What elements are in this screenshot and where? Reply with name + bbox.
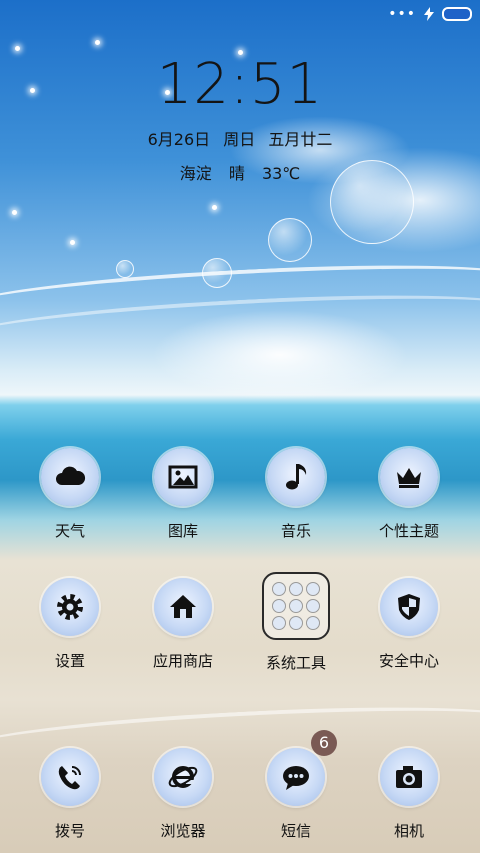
bubble [116, 260, 134, 278]
app-music[interactable]: 音乐 [241, 448, 351, 541]
app-system-tools-folder[interactable]: 系统工具 [241, 572, 351, 673]
app-label: 拨号 [54, 822, 85, 840]
app-label: 音乐 [280, 522, 311, 540]
battery-icon [442, 7, 472, 21]
phone-icon [41, 748, 99, 806]
app-themes[interactable]: 个性主题 [354, 448, 464, 541]
date-text: 6月26日 [147, 130, 211, 149]
gear-icon [41, 578, 99, 636]
app-label: 天气 [54, 522, 85, 540]
weekday-text: 周日 [223, 130, 256, 149]
weather-condition: 晴 [228, 164, 245, 183]
bubble [202, 258, 232, 288]
unread-badge: 6 [311, 730, 337, 756]
browser-icon [154, 748, 212, 806]
app-gallery[interactable]: 图库 [128, 448, 238, 541]
app-label: 相机 [393, 822, 424, 840]
bubble [268, 218, 312, 262]
app-label: 图库 [167, 522, 198, 540]
folder-icon [262, 572, 330, 640]
lunar-date-text: 五月廿二 [268, 130, 333, 149]
crown-icon [380, 448, 438, 506]
app-label: 浏览器 [160, 822, 206, 840]
app-browser[interactable]: 浏览器 [128, 748, 238, 841]
weather-location: 海淀 [179, 164, 212, 183]
app-security[interactable]: 安全中心 [354, 578, 464, 671]
app-label: 短信 [280, 822, 311, 840]
app-label: 安全中心 [378, 652, 439, 670]
app-label: 系统工具 [265, 654, 326, 672]
cloud-icon [41, 448, 99, 506]
app-label: 个性主题 [378, 522, 439, 540]
weather-temperature: 33℃ [261, 164, 301, 183]
sparkle [70, 240, 75, 245]
music-note-icon [267, 448, 325, 506]
sparkle [15, 46, 20, 51]
home-icon [154, 578, 212, 636]
sparkle [95, 40, 100, 45]
date-line: 6月26日 周日 五月廿二 [0, 126, 480, 150]
app-camera[interactable]: 相机 [354, 748, 464, 841]
app-settings[interactable]: 设置 [15, 578, 125, 671]
image-icon [154, 448, 212, 506]
clock-time: 12:51 [156, 52, 324, 117]
bolt-icon [424, 7, 434, 21]
app-store[interactable]: 应用商店 [128, 578, 238, 671]
app-label: 设置 [54, 652, 85, 670]
app-label: 应用商店 [152, 652, 213, 670]
sparkle [212, 205, 217, 210]
app-messages[interactable]: 6 短信 [241, 730, 351, 841]
camera-icon [380, 748, 438, 806]
more-dots-icon: ••• [388, 6, 416, 22]
app-weather[interactable]: 天气 [15, 448, 125, 541]
message-icon [267, 748, 325, 806]
app-dialer[interactable]: 拨号 [15, 748, 125, 841]
shield-icon [380, 578, 438, 636]
status-bar: ••• [388, 6, 472, 22]
sparkle [12, 210, 17, 215]
weather-line: 海淀 晴 33℃ [0, 160, 480, 184]
